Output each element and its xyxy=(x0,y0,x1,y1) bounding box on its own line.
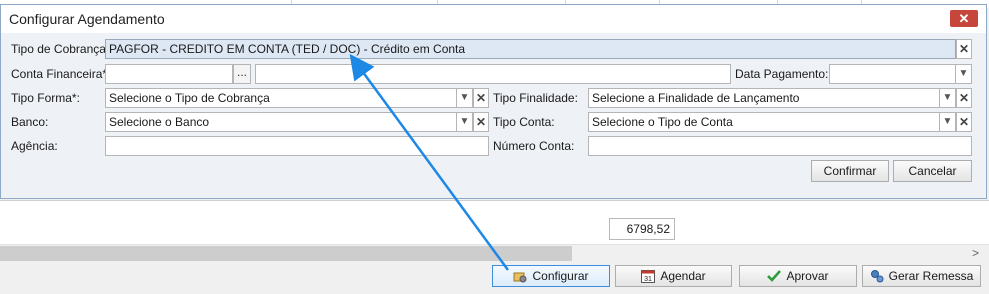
tipo-cobranca-field[interactable]: PAGFOR - CREDITO EM CONTA (TED / DOC) - … xyxy=(105,39,956,59)
tipo-conta-clear-icon[interactable]: ✕ xyxy=(956,112,972,132)
configurar-agendamento-dialog: Configurar Agendamento ✕ Tipo de Cobranç… xyxy=(0,4,987,199)
aprovar-button[interactable]: Aprovar xyxy=(739,265,857,287)
data-pagamento-dropdown-icon[interactable]: ▼ xyxy=(956,64,972,84)
gerar-remessa-button[interactable]: Gerar Remessa xyxy=(862,265,981,287)
tipo-conta-dropdown-icon[interactable]: ▼ xyxy=(940,112,956,132)
tipo-forma-dropdown-icon[interactable]: ▼ xyxy=(457,88,473,108)
tipo-forma-label: Tipo Forma*: xyxy=(11,91,80,105)
conta-financeira-label: Conta Financeira*: xyxy=(11,67,111,81)
conta-financeira-name-field[interactable] xyxy=(255,64,731,84)
agendar-button[interactable]: 31 Agendar xyxy=(615,265,732,287)
aprovar-label: Aprovar xyxy=(786,269,829,283)
confirmar-button[interactable]: Confirmar xyxy=(811,160,889,182)
tipo-conta-label: Tipo Conta: xyxy=(493,115,555,129)
agencia-field[interactable] xyxy=(105,136,489,156)
banco-select[interactable]: Selecione o Banco xyxy=(105,112,457,132)
gears-icon xyxy=(870,269,884,283)
configurar-label: Configurar xyxy=(532,269,589,283)
scroll-right-icon[interactable]: > xyxy=(972,245,979,262)
tipo-cobranca-clear-icon[interactable]: ✕ xyxy=(956,39,972,59)
dialog-title: Configurar Agendamento xyxy=(9,11,165,27)
gear-folder-icon xyxy=(513,269,527,283)
checkmark-icon xyxy=(767,269,782,283)
tipo-conta-select[interactable]: Selecione o Tipo de Conta xyxy=(588,112,940,132)
tipo-finalidade-label: Tipo Finalidade: xyxy=(493,91,578,105)
configurar-button[interactable]: Configurar xyxy=(492,265,610,287)
data-pagamento-label: Data Pagamento: xyxy=(735,67,829,81)
banco-label: Banco: xyxy=(11,115,49,129)
tipo-finalidade-select[interactable]: Selecione a Finalidade de Lançamento xyxy=(588,88,940,108)
conta-financeira-lookup-button[interactable]: ... xyxy=(233,64,251,84)
tipo-finalidade-dropdown-icon[interactable]: ▼ xyxy=(940,88,956,108)
grid-footer-area xyxy=(0,200,989,245)
banco-dropdown-icon[interactable]: ▼ xyxy=(457,112,473,132)
horizontal-scrollbar[interactable]: > xyxy=(0,244,989,262)
agendar-label: Agendar xyxy=(660,269,706,283)
banco-clear-icon[interactable]: ✕ xyxy=(473,112,489,132)
svg-text:31: 31 xyxy=(644,276,652,283)
data-pagamento-field[interactable] xyxy=(829,64,956,84)
tipo-cobranca-label: Tipo de Cobrança: xyxy=(11,42,110,56)
gerar-remessa-label: Gerar Remessa xyxy=(888,269,974,283)
tipo-forma-clear-icon[interactable]: ✕ xyxy=(473,88,489,108)
close-icon[interactable]: ✕ xyxy=(950,10,978,27)
numero-conta-label: Número Conta: xyxy=(493,139,575,153)
grid-total-value: 6798,52 xyxy=(609,218,675,240)
tipo-finalidade-clear-icon[interactable]: ✕ xyxy=(956,88,972,108)
scrollbar-thumb[interactable] xyxy=(0,246,572,261)
conta-financeira-code-field[interactable] xyxy=(105,64,233,84)
dialog-titlebar[interactable]: Configurar Agendamento ✕ xyxy=(1,5,986,33)
tipo-forma-select[interactable]: Selecione o Tipo de Cobrança xyxy=(105,88,457,108)
agencia-label: Agência: xyxy=(11,139,58,153)
calendar-icon: 31 xyxy=(641,269,656,283)
numero-conta-field[interactable] xyxy=(588,136,972,156)
cancelar-button[interactable]: Cancelar xyxy=(893,160,972,182)
